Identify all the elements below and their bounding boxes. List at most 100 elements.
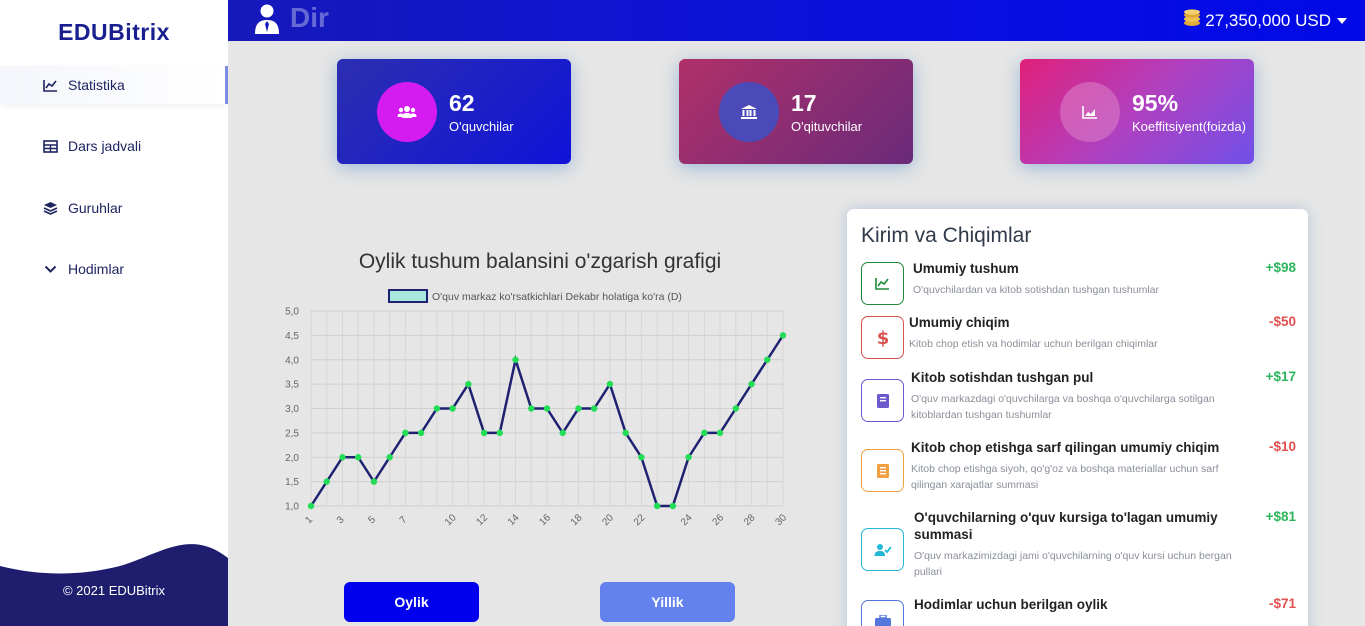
data-point bbox=[307, 502, 315, 510]
y-tick-label: 3,0 bbox=[285, 404, 299, 415]
data-point bbox=[685, 454, 692, 461]
data-point bbox=[638, 454, 645, 461]
x-tick-label: 24 bbox=[679, 512, 695, 528]
data-point bbox=[323, 478, 330, 485]
data-point bbox=[528, 405, 535, 412]
data-point bbox=[543, 405, 551, 412]
data-point bbox=[370, 478, 378, 485]
y-tick-label: 1,5 bbox=[285, 477, 299, 488]
y-tick-label: 5,0 bbox=[285, 307, 299, 318]
coins-icon bbox=[1183, 9, 1201, 32]
x-tick-label: 28 bbox=[742, 512, 758, 528]
panel-title: Kirim va Chiqimlar bbox=[861, 224, 1032, 247]
topbar: Dir 27,350,000 USD bbox=[228, 0, 1365, 41]
transaction-amount: +$17 bbox=[1265, 369, 1296, 384]
page-title: Dir bbox=[290, 2, 329, 33]
data-point bbox=[512, 356, 519, 363]
caret-down-icon bbox=[1337, 17, 1347, 24]
svg-text:$: $ bbox=[877, 328, 889, 348]
transaction-amount: -$71 bbox=[1268, 596, 1296, 611]
transaction-name: Umumiy tushum bbox=[913, 261, 1019, 276]
transaction-amount: +$98 bbox=[1265, 260, 1296, 275]
stat-card-coefficient: 95% Koeffitsiyent(foizda) bbox=[1020, 59, 1254, 164]
book-icon bbox=[861, 379, 904, 422]
data-point bbox=[449, 405, 456, 412]
data-point bbox=[701, 429, 708, 437]
data-point bbox=[355, 454, 362, 461]
line-chart: 1,0 1,5 2,0 2,5 3,0 3,5 4,0 4,5 5,0 1 3 5 7 10 12 14 16 1… bbox=[285, 289, 789, 528]
chart-area-icon bbox=[1060, 81, 1120, 142]
data-point bbox=[591, 405, 598, 412]
users-icon bbox=[377, 81, 437, 142]
data-point bbox=[716, 429, 724, 437]
sidebar-item-label: Guruhlar bbox=[68, 200, 123, 216]
data-point bbox=[606, 380, 614, 388]
layers-icon bbox=[42, 200, 58, 216]
data-point bbox=[339, 454, 346, 461]
data-point bbox=[386, 454, 393, 461]
data-point bbox=[732, 405, 739, 412]
y-tick-label: 4,0 bbox=[285, 355, 299, 366]
data-point bbox=[764, 356, 771, 363]
chart-line-icon bbox=[42, 77, 58, 93]
x-tick-label: 14 bbox=[506, 512, 522, 528]
sidebar-item-hodimlar[interactable]: Hodimlar bbox=[0, 250, 228, 288]
sidebar-item-guruhlar[interactable]: Guruhlar bbox=[0, 189, 228, 227]
x-tick-label: 10 bbox=[443, 512, 459, 528]
data-point bbox=[465, 380, 472, 388]
data-point bbox=[433, 405, 441, 412]
transaction-desc: Kitob chop etish va hodimlar uchun beril… bbox=[909, 338, 1158, 350]
chevron-down-icon bbox=[42, 261, 58, 277]
y-tick-label: 4,5 bbox=[285, 331, 299, 342]
x-tick-label: 3 bbox=[335, 514, 347, 526]
x-tick-label: 5 bbox=[366, 514, 378, 526]
data-point bbox=[669, 502, 677, 510]
x-tick-label: 20 bbox=[600, 512, 616, 528]
data-point bbox=[417, 429, 425, 437]
brand-logo[interactable]: EDUBitrix bbox=[0, 0, 228, 64]
transaction-desc: O'quv markazdagi o'quvchilarga va boshqa… bbox=[911, 393, 1215, 421]
data-point bbox=[402, 429, 409, 437]
data-point bbox=[779, 332, 787, 339]
legend-label: O'quv markaz ko'rsatkichlari Dekabr hola… bbox=[432, 291, 682, 303]
monthly-button[interactable]: Oylik bbox=[344, 582, 479, 622]
transaction-name: Kitob sotishdan tushgan pul bbox=[911, 370, 1094, 385]
x-tick-label: 1 bbox=[303, 514, 315, 526]
sidebar-item-label: Statistika bbox=[68, 77, 125, 93]
bank-icon bbox=[719, 81, 779, 142]
sidebar-item-label: Dars jadvali bbox=[68, 138, 142, 154]
data-point bbox=[559, 429, 566, 437]
transaction-name: O'quvchilarning o'quv kursiga to'lagan u… bbox=[914, 510, 1218, 542]
sidebar-wave bbox=[0, 544, 228, 626]
transaction-desc: O'quv markazimizdagi jami o'quvchilarnin… bbox=[914, 550, 1232, 578]
x-tick-label: 22 bbox=[632, 512, 648, 528]
footer-copyright: © 2021 EDUBitrix bbox=[62, 583, 166, 598]
user-check-icon bbox=[861, 528, 904, 571]
transaction-name: Kitob chop etishga sarf qilingan umumiy … bbox=[911, 440, 1220, 455]
transaction-name: Umumiy chiqim bbox=[909, 315, 1010, 330]
legend-swatch bbox=[388, 289, 428, 303]
x-tick-label: 26 bbox=[710, 512, 726, 528]
transaction-amount: -$50 bbox=[1268, 314, 1296, 329]
data-point bbox=[622, 429, 629, 437]
sidebar-item-dars-jadvali[interactable]: Dars jadvali bbox=[0, 127, 228, 165]
chart-title: Oylik tushum balansini o'zgarish grafigi bbox=[358, 250, 722, 273]
x-tick-label: 30 bbox=[773, 512, 789, 528]
transactions-panel: Kirim va Chiqimlar Umumiy tushum O'quvch… bbox=[847, 209, 1308, 626]
x-tick-label: 7 bbox=[398, 514, 410, 526]
stat-card-teachers: 17 O'qituvchilar bbox=[679, 59, 913, 164]
x-tick-label: 16 bbox=[537, 512, 553, 528]
briefcase-icon bbox=[861, 600, 904, 626]
chart-up-icon bbox=[861, 262, 904, 305]
y-tick-label: 2,0 bbox=[285, 453, 299, 464]
sidebar-item-statistika[interactable]: Statistika bbox=[0, 66, 228, 104]
yearly-button[interactable]: Yillik bbox=[600, 582, 735, 622]
dollar-icon: $ bbox=[861, 316, 904, 359]
user-tie-icon bbox=[254, 3, 280, 40]
data-point bbox=[748, 380, 755, 388]
transaction-desc: O'quvchilardan va kitob sotishdan tushga… bbox=[913, 284, 1159, 296]
balance-dropdown[interactable]: 27,350,000 USD bbox=[1183, 9, 1347, 32]
stat-label: O'qituvchilar bbox=[791, 119, 863, 134]
transaction-amount: -$10 bbox=[1268, 439, 1296, 454]
transaction-amount: +$81 bbox=[1265, 509, 1296, 524]
